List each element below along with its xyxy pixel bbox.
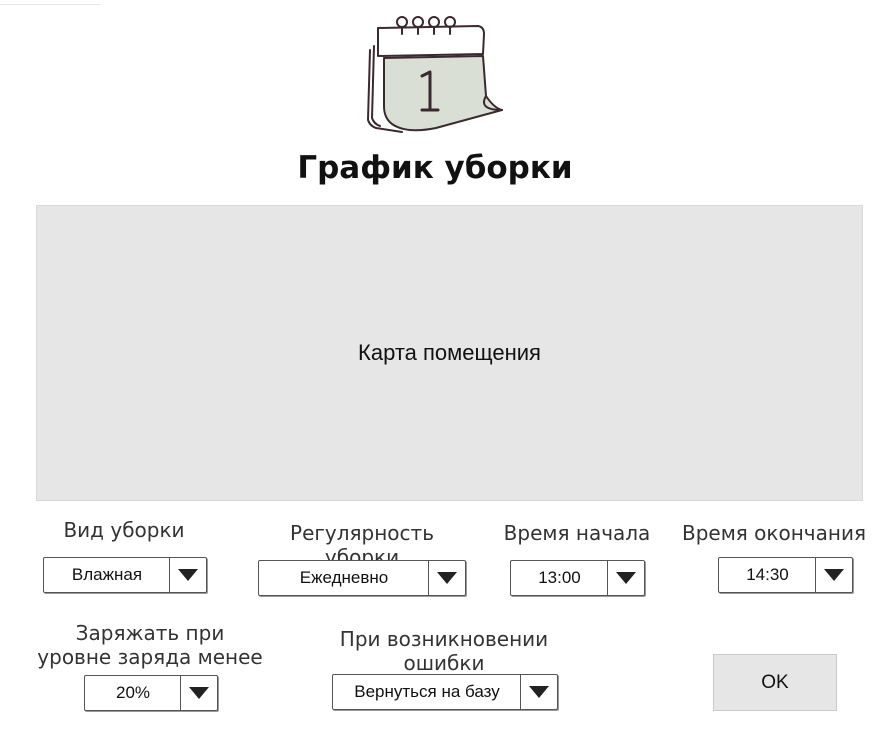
chevron-down-icon: [437, 572, 457, 584]
regularity-dropdown-button[interactable]: [428, 561, 465, 595]
chevron-down-icon: [616, 572, 636, 584]
on-error-dropdown-button[interactable]: [520, 675, 557, 709]
end-time-select[interactable]: 14:30: [718, 557, 853, 593]
charge-level-dropdown-button[interactable]: [180, 676, 217, 710]
end-time-dropdown-button[interactable]: [815, 558, 852, 592]
room-map-label: Карта помещения: [358, 340, 541, 365]
start-time-dropdown-button[interactable]: [607, 561, 644, 595]
charge-level-label-line1: Заряжать при: [75, 621, 225, 645]
charge-level-label-line2: уровне заряда менее: [37, 645, 263, 669]
on-error-label: При возникновении ошибки: [330, 627, 558, 675]
end-time-value: 14:30: [746, 565, 789, 584]
cleaning-type-label: Вид уборки: [63, 518, 185, 542]
start-time-label: Время начала: [503, 521, 651, 545]
regularity-value: Ежедневно: [299, 568, 389, 587]
cleaning-type-dropdown-button[interactable]: [169, 558, 206, 592]
ok-button[interactable]: OK: [713, 654, 837, 711]
on-error-value: Вернуться на базу: [354, 682, 500, 701]
regularity-select[interactable]: Ежедневно: [258, 560, 466, 596]
page-title: График уборки: [297, 150, 573, 186]
chevron-down-icon: [529, 686, 549, 698]
end-time-label: Время окончания: [681, 521, 866, 545]
calendar-icon: [362, 10, 508, 136]
cleaning-type-value: Влажная: [71, 565, 143, 584]
on-error-label-line2: ошибки: [403, 651, 485, 675]
charge-level-value: 20%: [115, 683, 151, 702]
room-map[interactable]: Карта помещения: [36, 205, 863, 501]
start-time-select[interactable]: 13:00: [510, 560, 645, 596]
start-time-value: 13:00: [538, 568, 581, 587]
chevron-down-icon: [178, 569, 198, 581]
charge-level-select[interactable]: 20%: [84, 675, 218, 711]
cleaning-type-select[interactable]: Влажная: [43, 557, 207, 593]
chevron-down-icon: [189, 687, 209, 699]
charge-level-label: Заряжать при уровне заряда менее: [30, 621, 270, 669]
chevron-down-icon: [824, 569, 844, 581]
on-error-label-line1: При возникновении: [339, 627, 549, 651]
top-divider: [0, 0, 100, 5]
on-error-select[interactable]: Вернуться на базу: [332, 674, 558, 710]
